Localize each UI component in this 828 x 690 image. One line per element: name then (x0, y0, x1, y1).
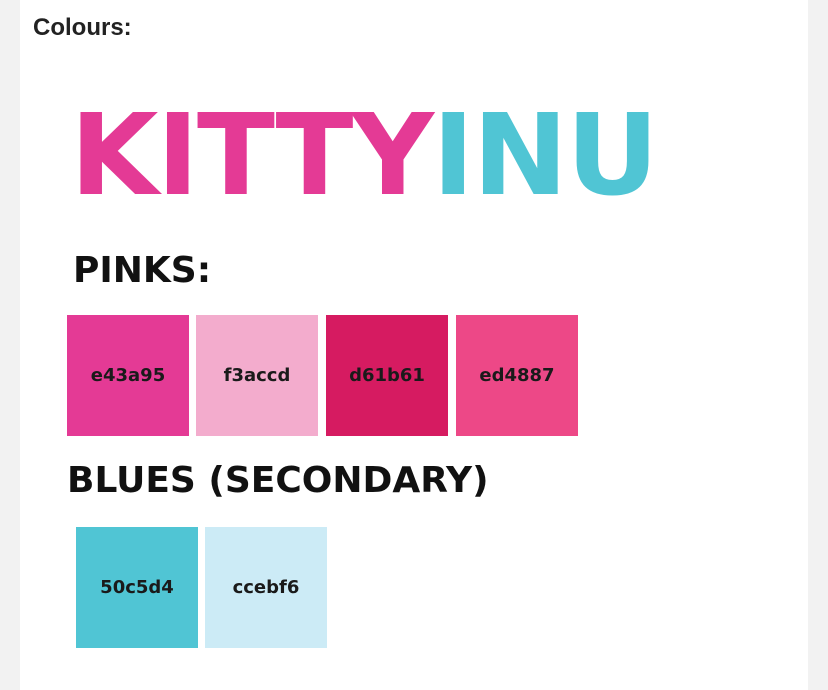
blue-swatch-1: 50c5d4 (76, 527, 198, 648)
pink-swatch-3: d61b61 (326, 315, 448, 436)
blues-title: BLUES (SECONDARY) (67, 460, 489, 501)
kitty-inu-logo: KITTYINU (70, 91, 659, 221)
page: Colours: KITTYINU PINKS: e43a95 f3accd d… (0, 0, 828, 690)
swatch-label: ed4887 (479, 365, 555, 386)
pink-swatch-1: e43a95 (67, 315, 189, 436)
swatch-label: d61b61 (349, 365, 425, 386)
swatch-label: ccebf6 (232, 577, 300, 598)
swatch-label: 50c5d4 (100, 577, 174, 598)
pink-swatch-2: f3accd (196, 315, 318, 436)
colours-heading: Colours: (33, 14, 132, 41)
logo-kitty-text: KITTY (70, 91, 434, 221)
swatch-label: f3accd (223, 365, 291, 386)
logo-inu-text: INU (432, 91, 659, 221)
pinks-title: PINKS: (73, 250, 212, 291)
swatch-label: e43a95 (90, 365, 166, 386)
pink-swatch-4: ed4887 (456, 315, 578, 436)
blue-swatch-2: ccebf6 (205, 527, 327, 648)
